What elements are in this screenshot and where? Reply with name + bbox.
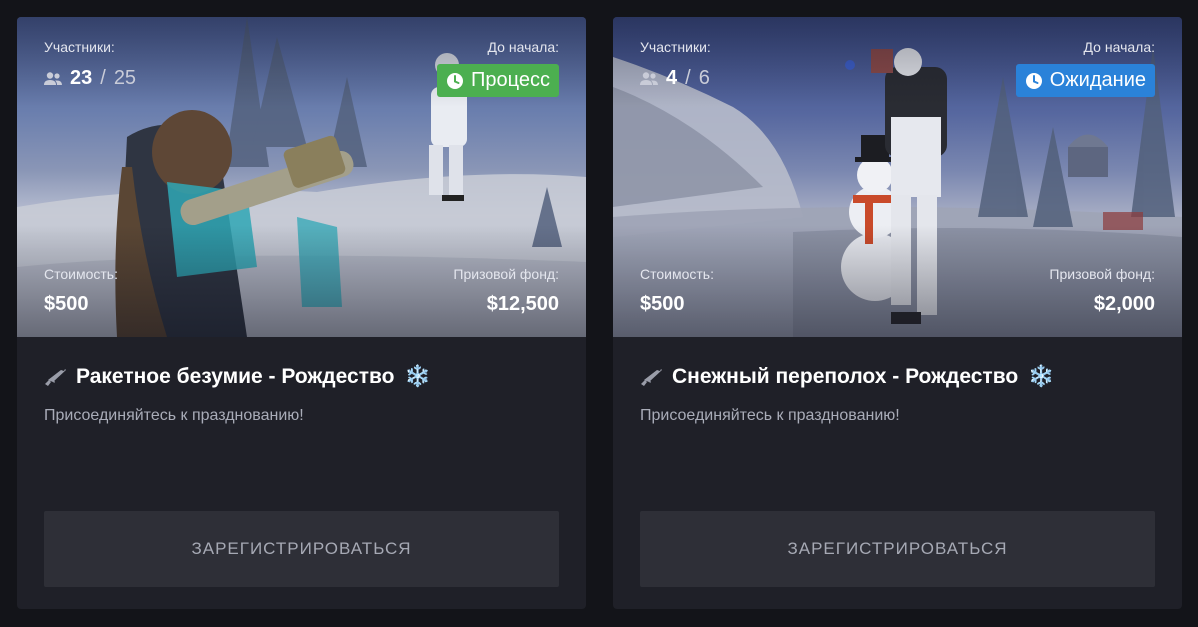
start-label: До начала: (1083, 39, 1155, 55)
participants-separator: / (100, 67, 106, 89)
event-title-row: Снежный переполох - Рождество ❄️ (640, 365, 1054, 389)
users-icon (640, 71, 658, 85)
prize-value: $12,500 (486, 293, 559, 315)
event-card: Участники: 4 / 6 До начала: Ожидание Сто… (613, 17, 1182, 609)
participants-label: Участники: (44, 39, 115, 55)
participants-count: 23 / 25 (44, 67, 136, 90)
cost-value: $500 (44, 293, 89, 315)
event-description: Присоединяйтесь к празднованию! (640, 407, 900, 424)
status-badge: Ожидание (1015, 64, 1155, 97)
clock-icon (1025, 72, 1042, 89)
status-badge: Процесс (437, 64, 559, 97)
participants-max: 6 (698, 67, 710, 89)
register-button[interactable]: ЗАРЕГИСТРИРОВАТЬСЯ (640, 511, 1155, 587)
clock-icon (447, 72, 464, 89)
snowflake-icon: ❄️ (404, 365, 431, 388)
participants-current: 4 (666, 67, 678, 89)
event-title: Снежный переполох - Рождество (672, 365, 1019, 388)
status-text: Процесс (471, 69, 550, 91)
cost-label: Стоимость: (640, 266, 714, 282)
rifle-icon (45, 369, 66, 386)
cost-label: Стоимость: (44, 266, 118, 282)
status-text: Ожидание (1049, 69, 1146, 91)
users-icon (44, 71, 62, 85)
rifle-icon (641, 369, 662, 386)
participants-max: 25 (113, 67, 137, 89)
register-button[interactable]: ЗАРЕГИСТРИРОВАТЬСЯ (44, 511, 559, 587)
event-card: Участники: 23 / 25 До начала: Процесс Ст… (17, 17, 586, 609)
snowflake-icon: ❄️ (1028, 365, 1055, 388)
participants-separator: / (685, 67, 691, 89)
prize-value: $2,000 (1093, 293, 1155, 315)
event-title: Ракетное безумие - Рождество (76, 365, 395, 388)
cost-value: $500 (640, 293, 685, 315)
event-title-row: Ракетное безумие - Рождество ❄️ (44, 365, 431, 389)
event-description: Присоединяйтесь к празднованию! (44, 407, 304, 424)
participants-current: 23 (70, 67, 93, 89)
start-label: До начала: (487, 39, 559, 55)
prize-label: Призовой фонд: (1049, 266, 1155, 282)
participants-count: 4 / 6 (640, 67, 710, 90)
participants-label: Участники: (640, 39, 711, 55)
prize-label: Призовой фонд: (453, 266, 559, 282)
